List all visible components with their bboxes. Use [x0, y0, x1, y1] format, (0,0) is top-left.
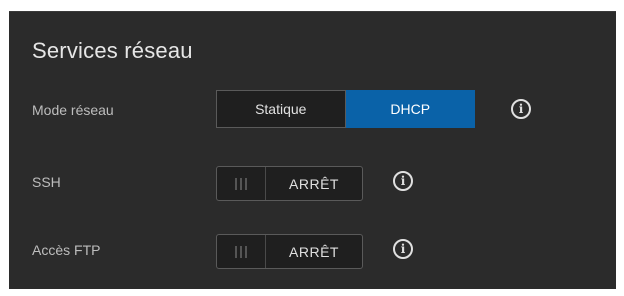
info-icon[interactable]: i — [511, 99, 531, 119]
ftp-toggle[interactable]: ARRÊT — [216, 234, 363, 269]
network-mode-label: Mode réseau — [32, 102, 114, 118]
ssh-toggle[interactable]: ARRÊT — [216, 166, 363, 201]
info-icon[interactable]: i — [393, 239, 413, 259]
ssh-label: SSH — [32, 174, 61, 190]
grip-icon — [235, 177, 247, 190]
toggle-handle[interactable] — [217, 235, 266, 268]
dhcp-option-button[interactable]: DHCP — [345, 90, 475, 128]
ftp-toggle-state: ARRÊT — [289, 243, 339, 260]
static-option-button[interactable]: Statique — [216, 90, 346, 128]
toggle-handle[interactable] — [217, 167, 266, 200]
info-icon[interactable]: i — [393, 171, 413, 191]
grip-icon — [235, 245, 247, 258]
network-mode-segmented-control: Statique DHCP — [216, 90, 475, 128]
ftp-label: Accès FTP — [32, 242, 101, 258]
network-services-panel: Services réseau Mode réseau Statique DHC… — [9, 11, 616, 289]
panel-title: Services réseau — [32, 38, 193, 63]
ssh-toggle-state: ARRÊT — [289, 175, 339, 192]
